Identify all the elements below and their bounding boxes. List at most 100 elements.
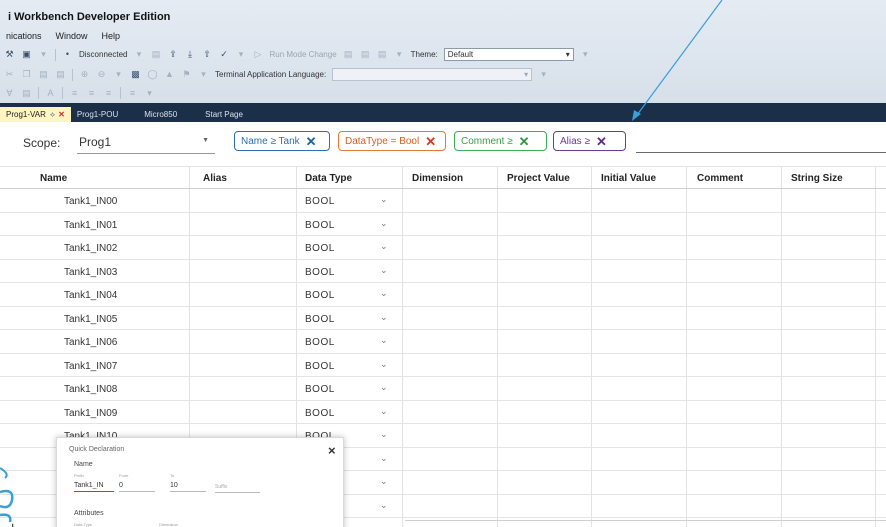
bookmark-icon[interactable]: ⚑ (181, 69, 192, 80)
cell-data-type[interactable]: BOOL (305, 243, 335, 254)
overflow-icon-2[interactable]: ▾ (394, 49, 405, 60)
to-field[interactable]: 10 (170, 482, 206, 492)
cell-data-type[interactable]: BOOL (305, 361, 335, 372)
add-variable-button[interactable]: + (8, 521, 22, 527)
table-row[interactable]: Tank1_IN04 BOOL ⌄ (0, 283, 886, 307)
chevron-down-icon[interactable]: ⌄ (380, 288, 388, 299)
chevron-down-icon[interactable]: ⌄ (380, 194, 388, 205)
upload-icon[interactable]: ⇪ (167, 49, 178, 60)
close-icon[interactable]: ✕ (425, 135, 436, 148)
chevron-down-icon[interactable]: ⌄ (380, 429, 388, 440)
chevron-down-icon[interactable]: ⌄ (380, 241, 388, 252)
debug-start-icon[interactable]: ▤ (343, 49, 354, 60)
download-icon[interactable]: ⤓ (184, 49, 195, 60)
close-icon[interactable]: × (328, 443, 336, 458)
table-row[interactable]: Tank1_IN00 BOOL ⌄ (0, 189, 886, 213)
filter-chip-comment[interactable]: Comment ≥ ✕ (454, 131, 547, 151)
device-icon[interactable]: ▣ (21, 49, 32, 60)
cell-name[interactable]: Tank1_IN00 (64, 196, 117, 207)
cell-name[interactable]: Tank1_IN07 (64, 361, 117, 372)
compare-icon[interactable]: ⇧ (201, 49, 212, 60)
filter-chip-alias[interactable]: Alias ≥ ✕ (553, 131, 626, 151)
cell-name[interactable]: Tank1_IN03 (64, 267, 117, 278)
table-row[interactable]: Tank1_IN06 BOOL ⌄ (0, 330, 886, 354)
overflow-icon-5[interactable]: ▾ (198, 69, 209, 80)
chevron-down-icon[interactable]: ⌄ (380, 500, 388, 511)
delete-icon[interactable]: ▤ (55, 69, 66, 80)
cut-icon[interactable]: ✂ (4, 69, 15, 80)
tab-micro850[interactable]: Micro850 (138, 107, 183, 122)
cell-data-type[interactable]: BOOL (305, 314, 335, 325)
overflow-icon-7[interactable]: ▾ (144, 88, 155, 99)
overflow-icon[interactable]: ▾ (235, 49, 246, 60)
debug-stop-icon[interactable]: ▤ (360, 49, 371, 60)
cell-data-type[interactable]: BOOL (305, 384, 335, 395)
cell-name[interactable]: Tank1_IN01 (64, 220, 117, 231)
menu-window[interactable]: Window (56, 31, 88, 41)
run-mode-change-button[interactable]: Run Mode Change (269, 50, 336, 59)
cell-data-type[interactable]: BOOL (305, 290, 335, 301)
pin-icon[interactable]: ⟡ (50, 110, 55, 120)
prefix-field[interactable]: Tank1_IN (74, 482, 114, 492)
overflow-icon-4[interactable]: ▾ (113, 69, 124, 80)
chevron-down-icon[interactable]: ⌄ (380, 406, 388, 417)
column-header-dimension[interactable]: Dimension (412, 173, 463, 184)
column-header-name[interactable]: Name (40, 173, 67, 184)
cell-name[interactable]: Tank1_IN09 (64, 408, 117, 419)
table-row[interactable]: Tank1_IN01 BOOL ⌄ (0, 213, 886, 236)
column-header-project-value[interactable]: Project Value (507, 173, 570, 184)
warning-icon[interactable]: ▲ (164, 69, 175, 80)
suffix-field[interactable]: Suffix (215, 484, 260, 493)
grid-icon[interactable]: ▩ (130, 69, 141, 80)
column-header-string-size[interactable]: String Size (791, 173, 843, 184)
filter-chip-datatype[interactable]: DataType = Bool ✕ (338, 131, 446, 151)
align-right-icon[interactable]: ≡ (103, 88, 114, 99)
list-icon[interactable]: ≡ (127, 88, 138, 99)
dropdown-arrow-icon[interactable]: ▾ (38, 49, 49, 60)
connection-dropdown-icon[interactable]: ▾ (133, 49, 144, 60)
copy-icon[interactable]: ❐ (21, 69, 32, 80)
chevron-down-icon[interactable]: ⌄ (380, 359, 388, 370)
close-icon[interactable]: ✕ (596, 135, 607, 148)
table-row[interactable]: Tank1_IN02 BOOL ⌄ (0, 236, 886, 260)
terminal-language-select[interactable]: ▾ (332, 68, 533, 81)
tab-prog1-var[interactable]: Prog1-VAR ⟡ ✕ (0, 107, 71, 122)
zoom-in-icon[interactable]: ⊕ (79, 69, 90, 80)
cell-name[interactable]: Tank1_IN08 (64, 384, 117, 395)
format-icon[interactable]: ∀ (4, 88, 15, 99)
theme-select[interactable]: Default ▾ (443, 48, 574, 61)
column-header-data-type[interactable]: Data Type (305, 173, 352, 184)
cell-name[interactable]: Tank1_IN06 (64, 337, 117, 348)
cell-data-type[interactable]: BOOL (305, 408, 335, 419)
text-icon[interactable]: A (45, 88, 56, 99)
overflow-icon-6[interactable]: ▾ (538, 69, 549, 80)
connection-status[interactable]: Disconnected (79, 50, 127, 59)
align-left-icon[interactable]: ≡ (69, 88, 80, 99)
menu-communications[interactable]: nications (6, 31, 42, 41)
from-field[interactable]: 0 (119, 482, 155, 492)
paste-icon[interactable]: ▤ (38, 69, 49, 80)
cell-name[interactable]: Tank1_IN02 (64, 243, 117, 254)
cell-data-type[interactable]: BOOL (305, 220, 335, 231)
cell-data-type[interactable]: BOOL (305, 196, 335, 207)
chevron-down-icon[interactable]: ⌄ (380, 335, 388, 346)
tab-prog1-pou[interactable]: Prog1-POU (71, 107, 124, 122)
cell-data-type[interactable]: BOOL (305, 337, 335, 348)
column-header-alias[interactable]: Alias (203, 173, 227, 184)
table-row[interactable]: Tank1_IN03 BOOL ⌄ (0, 260, 886, 283)
table-icon[interactable]: ▤ (21, 88, 32, 99)
table-row[interactable]: Tank1_IN08 BOOL ⌄ (0, 377, 886, 401)
close-icon[interactable]: ✕ (306, 135, 317, 148)
menu-help[interactable]: Help (102, 31, 121, 41)
overflow-icon-3[interactable]: ▾ (580, 49, 591, 60)
cell-name[interactable]: Tank1_IN04 (64, 290, 117, 301)
wrench-icon[interactable]: ⚒ (4, 49, 15, 60)
cell-data-type[interactable]: BOOL (305, 267, 335, 278)
chevron-down-icon[interactable]: ⌄ (380, 312, 388, 323)
scope-select[interactable]: Prog1 ▼ (77, 132, 215, 154)
align-center-icon[interactable]: ≡ (86, 88, 97, 99)
chevron-down-icon[interactable]: ⌄ (380, 382, 388, 393)
tab-start-page[interactable]: Start Page (199, 107, 249, 122)
timer-icon[interactable]: ◯ (147, 69, 158, 80)
zoom-out-icon[interactable]: ⊖ (96, 69, 107, 80)
